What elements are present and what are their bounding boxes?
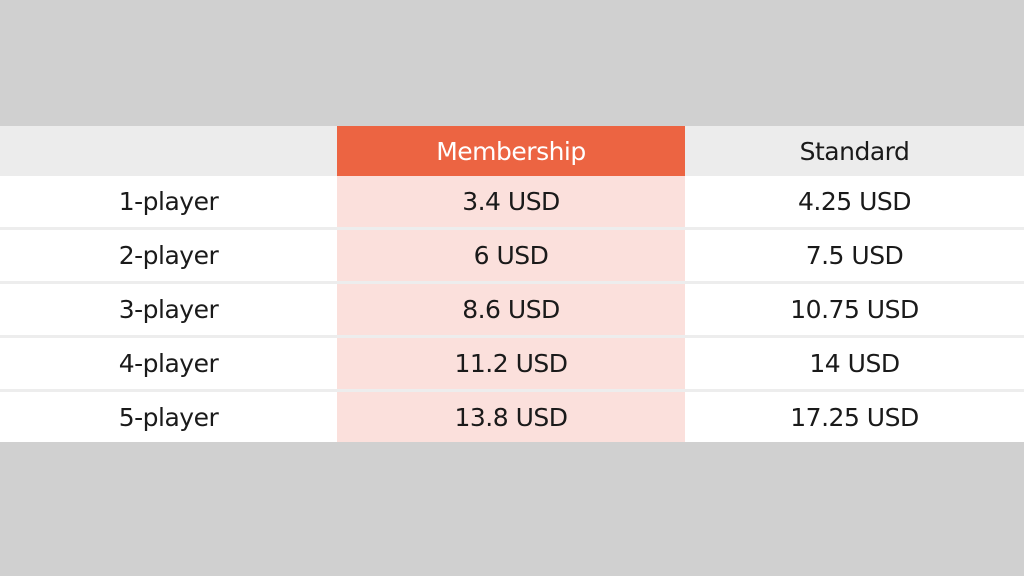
membership-price: 8.6 USD <box>337 284 685 335</box>
membership-price: 11.2 USD <box>337 338 685 389</box>
header-standard: Standard <box>685 126 1024 176</box>
header-membership: Membership <box>337 126 685 176</box>
row-label: 5-player <box>118 402 219 432</box>
row-label: 1-player <box>118 187 219 216</box>
standard-price: 4.25 USD <box>797 187 912 216</box>
row-label: 4-player <box>118 349 219 378</box>
standard-price: 7.5 USD <box>805 241 904 270</box>
membership-price: 6 USD <box>337 230 685 281</box>
membership-price: 3.4 USD <box>337 176 685 227</box>
table-row: 5-player 13.8 USD 17.25 USD <box>0 392 1024 442</box>
table-row: 1-player 3.4 USD 4.25 USD <box>0 176 1024 230</box>
membership-price: 13.8 USD <box>337 392 685 442</box>
table-row: 3-player 8.6 USD 10.75 USD <box>0 284 1024 338</box>
table-row: 2-player 6 USD 7.5 USD <box>0 230 1024 284</box>
table-row: 4-player 11.2 USD 14 USD <box>0 338 1024 392</box>
standard-price: 17.25 USD <box>790 402 919 432</box>
standard-price: 14 USD <box>809 349 900 378</box>
pricing-table: Membership Standard 1-player 3.4 USD 4.2… <box>0 126 1024 442</box>
row-label: 3-player <box>118 295 219 324</box>
row-label: 2-player <box>118 241 219 270</box>
standard-price: 10.75 USD <box>790 295 919 324</box>
header-empty-cell <box>0 126 337 176</box>
table-header-row: Membership Standard <box>0 126 1024 176</box>
